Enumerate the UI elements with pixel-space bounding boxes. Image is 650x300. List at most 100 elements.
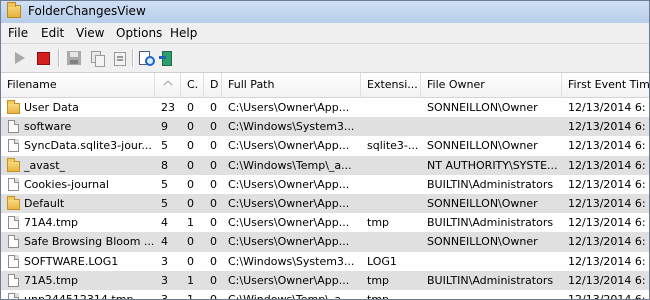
menu-file[interactable]: File xyxy=(6,26,30,40)
cell-file-owner xyxy=(421,117,562,136)
cell-count: 4 xyxy=(161,235,168,249)
col-sort[interactable] xyxy=(155,73,181,97)
col-full-path[interactable]: Full Path xyxy=(222,73,361,97)
cell-d: 0 xyxy=(210,196,217,210)
cell-full-path: C:\Windows\System3... xyxy=(228,254,355,268)
col-c[interactable]: C. xyxy=(181,73,204,97)
save-button[interactable] xyxy=(65,49,83,67)
stop-icon xyxy=(36,51,50,65)
exit-button[interactable] xyxy=(158,49,176,67)
table-row[interactable]: software 9 0 0 C:\Windows\System3... 12/13/20… xyxy=(1,117,649,137)
file-icon xyxy=(8,120,19,134)
cell-filename: Safe Browsing Bloom ... xyxy=(1,232,155,251)
copy-button[interactable] xyxy=(88,49,106,67)
cell-full-path: C:\Windows\System3... xyxy=(228,120,355,134)
cell-filename: 71A4.tmp xyxy=(1,213,155,232)
cell-d: 0 xyxy=(210,235,217,249)
cell-count: 8 xyxy=(161,158,168,172)
cell-first-event-time: 12/13/2014 6: xyxy=(568,196,646,210)
cell-filename: User Data xyxy=(1,98,155,117)
table-row[interactable]: 71A5.tmp 3 1 0 C:\Users\Owner\App... tmp BUILT… xyxy=(1,270,649,290)
cell-full-path: C:\Users\Owner\App... xyxy=(228,196,350,210)
filename-text: SyncData.sqlite3-jour... xyxy=(24,139,152,153)
cell-file-owner xyxy=(421,290,562,299)
cell-count: 5 xyxy=(161,196,168,210)
cell-extension: tmp xyxy=(361,290,421,299)
table-row[interactable]: 71A4.tmp 4 1 0 C:\Users\Owner\App... tmp BUILT… xyxy=(1,213,649,232)
cell-count: 3 xyxy=(161,254,168,268)
table-row[interactable]: SyncData.sqlite3-jour... 5 0 0 C:\Users\Owne… xyxy=(1,136,649,155)
table-row[interactable]: SOFTWARE.LOG1 3 0 0 C:\Windows\System3... LOG… xyxy=(1,252,649,271)
col-d[interactable]: D xyxy=(204,73,222,97)
cell-c: 1 xyxy=(181,290,204,299)
cell-extension: tmp xyxy=(367,273,390,287)
cell-count: 3 xyxy=(161,273,168,287)
cell-first-event-time: 12/13/2014 6: xyxy=(568,254,646,268)
table-row[interactable]: unp244512314.tmp 310C:\Windows\Temp\_a...… xyxy=(1,290,649,299)
app-window: FolderChangesView File Edit View Options… xyxy=(0,0,650,300)
column-header: Filename C. D Full Path Extensi... File … xyxy=(1,73,649,98)
cell-file-owner: BUILTIN\Administrators xyxy=(427,216,554,230)
cell-extension xyxy=(361,117,421,136)
properties-button[interactable] xyxy=(110,49,128,67)
filename-text: User Data xyxy=(24,101,79,114)
cell-d: 0 xyxy=(210,254,217,268)
title-bar[interactable]: FolderChangesView xyxy=(1,1,649,24)
table-row[interactable]: Default 5 0 0 C:\Users\Owner\App... SONNEILLO… xyxy=(1,193,649,214)
menu-bar: File Edit View Options Help xyxy=(1,23,649,44)
filename-text: _avast_ xyxy=(24,158,66,172)
file-icon xyxy=(8,292,19,299)
cell-file-owner: NT AUTHORITY\SYSTE... xyxy=(427,158,558,172)
table-row[interactable]: Cookies-journal 5 0 0 C:\Users\Owner\App... B… xyxy=(1,175,649,194)
save-icon xyxy=(67,51,81,65)
cell-d: 0 xyxy=(210,101,217,114)
menu-view[interactable]: View xyxy=(74,26,106,40)
col-file-owner[interactable]: File Owner xyxy=(421,73,562,97)
cell-c: 0 xyxy=(187,120,194,134)
cell-extension xyxy=(361,175,421,194)
col-extension[interactable]: Extensi... xyxy=(361,73,421,97)
cell-first-event-time: 12/13/2014 6: xyxy=(568,235,646,249)
menu-options[interactable]: Options xyxy=(114,26,164,40)
table-row[interactable]: _avast_ 8 0 0 C:\Windows\Temp\_a... NT AUTHOR… xyxy=(1,155,649,175)
filename-text: unp244512314.tmp xyxy=(24,290,133,299)
filename-text: SOFTWARE.LOG1 xyxy=(24,254,119,268)
cell-d: 0 xyxy=(210,158,217,172)
find-icon xyxy=(138,50,155,66)
find-button[interactable] xyxy=(137,49,155,67)
cell-first-event-time: 12/13/2014 6: xyxy=(568,273,646,287)
menu-edit[interactable]: Edit xyxy=(39,26,66,40)
cell-full-path: C:\Users\Owner\App... xyxy=(228,273,350,287)
rows-container: User Data 23 0 0 C:\Users\Owner\App... SONNEI… xyxy=(1,98,649,299)
col-filename[interactable]: Filename xyxy=(1,73,155,97)
col-first-event-time[interactable]: First Event Time xyxy=(562,73,649,97)
menu-help[interactable]: Help xyxy=(168,26,199,40)
cell-d: 0 xyxy=(210,139,217,153)
cell-file-owner: BUILTIN\Administrators xyxy=(427,273,554,287)
table-row[interactable]: Safe Browsing Bloom ... 4 0 0 C:\Users\Owner… xyxy=(1,232,649,252)
cell-filename: Cookies-journal xyxy=(1,175,155,194)
toolbar-separator xyxy=(58,49,60,67)
cell-extension: sqlite3-... xyxy=(367,139,419,153)
cell-c: 0 xyxy=(187,254,194,268)
cell-extension: tmp xyxy=(367,216,390,230)
cell-count: 5 xyxy=(161,139,168,153)
file-icon xyxy=(8,235,19,249)
cell-filename: SyncData.sqlite3-jour... xyxy=(1,136,155,155)
cell-extension xyxy=(361,156,421,175)
table-row[interactable]: User Data 23 0 0 C:\Users\Owner\App... SONNEI… xyxy=(1,98,649,117)
stop-button[interactable] xyxy=(34,49,52,67)
cell-first-event-time: 12/13/2014 6: xyxy=(568,101,646,114)
cell-full-path: C:\Users\Owner\App... xyxy=(228,235,350,249)
window-title: FolderChangesView xyxy=(28,4,146,18)
start-button[interactable] xyxy=(11,49,29,67)
cell-full-path: C:\Users\Owner\App... xyxy=(228,177,350,191)
cell-d: 0 xyxy=(210,177,217,191)
cell-d: 0 xyxy=(210,120,217,134)
cell-filename: Default xyxy=(1,194,155,213)
cell-extension: LOG1 xyxy=(367,254,397,268)
cell-full-path: C:\Users\Owner\App... xyxy=(228,216,350,230)
cell-d: 0 xyxy=(210,216,217,230)
cell-count: 23 xyxy=(161,101,175,114)
cell-file-owner: SONNEILLON\Owner xyxy=(427,235,538,249)
